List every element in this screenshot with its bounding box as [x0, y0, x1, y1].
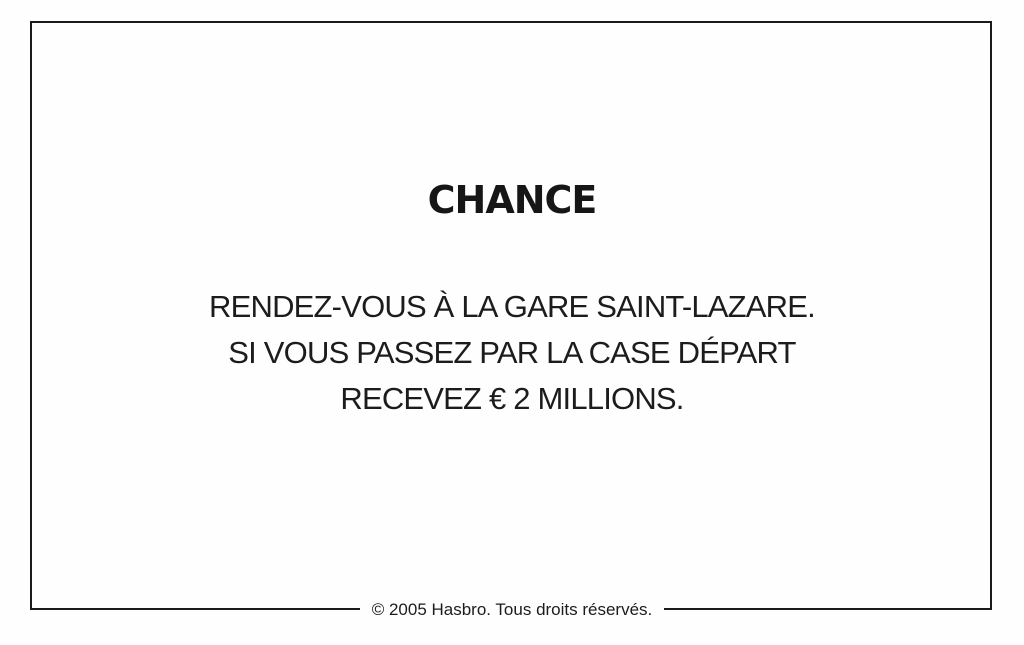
instruction-line: SI VOUS PASSEZ PAR LA CASE DÉPART — [228, 335, 796, 370]
instruction-line: RENDEZ-VOUS À LA GARE SAINT-LAZARE. — [209, 289, 816, 324]
chance-card: CHANCE RENDEZ-VOUS À LA GARE SAINT-LAZAR… — [0, 0, 1024, 645]
copyright-footer: © 2005 Hasbro. Tous droits réservés. — [0, 597, 1024, 623]
card-instructions: RENDEZ-VOUS À LA GARE SAINT-LAZARE. SI V… — [0, 284, 1024, 422]
copyright-text: © 2005 Hasbro. Tous droits réservés. — [359, 597, 665, 623]
instruction-line: RECEVEZ € 2 MILLIONS. — [340, 381, 684, 416]
card-title: CHANCE — [427, 178, 598, 222]
